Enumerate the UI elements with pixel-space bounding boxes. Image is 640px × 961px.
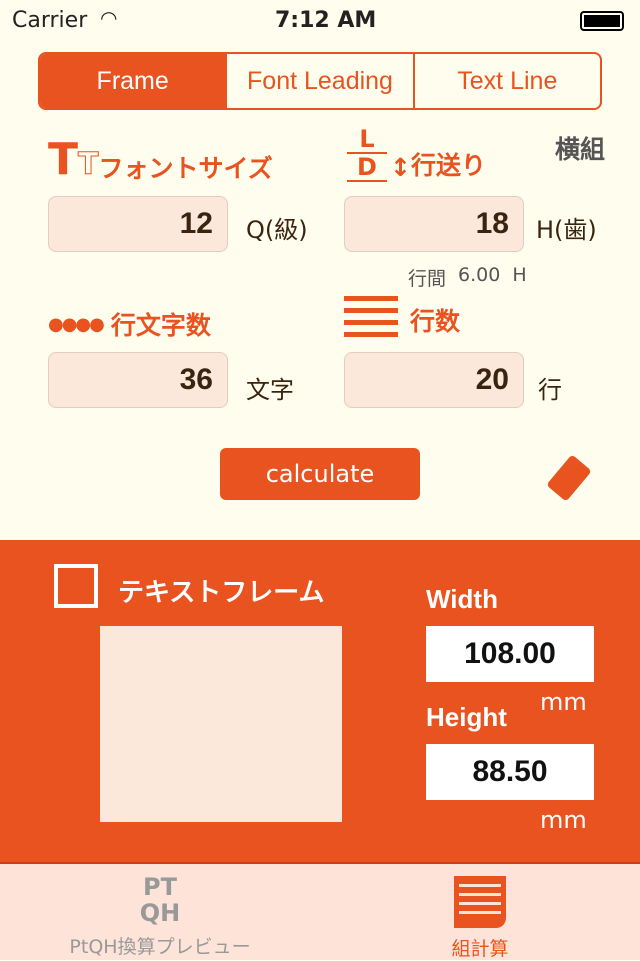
line-gap-value: 6.00 [458, 264, 501, 286]
clock: 7:12 AM [275, 8, 377, 33]
tab-ptqh[interactable]: PT QH PtQH換算プレビュー [0, 864, 320, 960]
font-size-header: TT フォントサイズ [48, 134, 273, 185]
segment-text-line[interactable]: Text Line [412, 54, 600, 108]
line-gap-unit: H [512, 264, 527, 286]
font-size-unit: Q(級) [246, 216, 308, 244]
line-gap: 行間 6.00 H [408, 264, 527, 291]
mode-segmented-control[interactable]: Frame Font Leading Text Line [38, 52, 602, 110]
lines-header: 行数 [344, 296, 460, 338]
leading-unit: H(歯) [536, 216, 597, 244]
font-size-label: フォントサイズ [98, 154, 273, 183]
height-value: 88.50 [426, 744, 594, 800]
status-bar: Carrier ◠ 7:12 AM [0, 0, 640, 40]
orientation-toggle[interactable]: 横組 [555, 130, 605, 166]
line-gap-label: 行間 [408, 268, 447, 290]
lines-icon [344, 296, 398, 338]
leading-icon: LD [344, 126, 390, 182]
chars-header: ●●●● 行文字数 [48, 306, 211, 342]
updown-arrow-icon: ↕ [390, 153, 411, 182]
frame-preview [100, 626, 342, 822]
tab-ptqh-label: PtQH換算プレビュー [69, 936, 251, 958]
ptqh-icon: PT QH [139, 873, 181, 927]
font-size-icon: TT [48, 134, 99, 185]
width-label: Width [426, 584, 498, 614]
leading-header: LD ↕ 行送り [344, 126, 486, 182]
leading-label: 行送り [410, 151, 486, 180]
chars-unit: 文字 [246, 376, 294, 404]
tab-bar: PT QH PtQH換算プレビュー 組計算 [0, 862, 640, 960]
result-title: テキストフレーム [118, 578, 325, 608]
tab-layout-calc-label: 組計算 [451, 938, 509, 960]
height-unit: mm [540, 806, 587, 834]
battery-icon [580, 11, 624, 31]
lines-unit: 行 [538, 376, 562, 404]
wifi-icon: ◠ [100, 6, 118, 30]
lines-label: 行数 [410, 307, 461, 336]
width-value: 108.00 [426, 626, 594, 682]
width-unit: mm [540, 688, 587, 716]
segment-frame[interactable]: Frame [40, 54, 226, 108]
result-panel: テキストフレーム Width 108.00 mm Height 88.50 mm [0, 540, 640, 862]
chars-label: 行文字数 [110, 311, 211, 340]
calculate-button[interactable]: calculate [220, 448, 420, 500]
leading-input[interactable]: 18 [344, 196, 524, 252]
frame-icon [54, 564, 98, 608]
dots-icon: ●●●● [48, 313, 105, 335]
segment-font-leading[interactable]: Font Leading [225, 54, 412, 108]
carrier: Carrier [12, 8, 88, 33]
lines-input[interactable]: 20 [344, 352, 524, 408]
chars-input[interactable]: 36 [48, 352, 228, 408]
tab-layout-calc[interactable]: 組計算 [320, 864, 640, 960]
eraser-icon[interactable] [546, 454, 592, 502]
height-label: Height [426, 702, 507, 732]
document-icon [454, 876, 506, 928]
font-size-input[interactable]: 12 [48, 196, 228, 252]
